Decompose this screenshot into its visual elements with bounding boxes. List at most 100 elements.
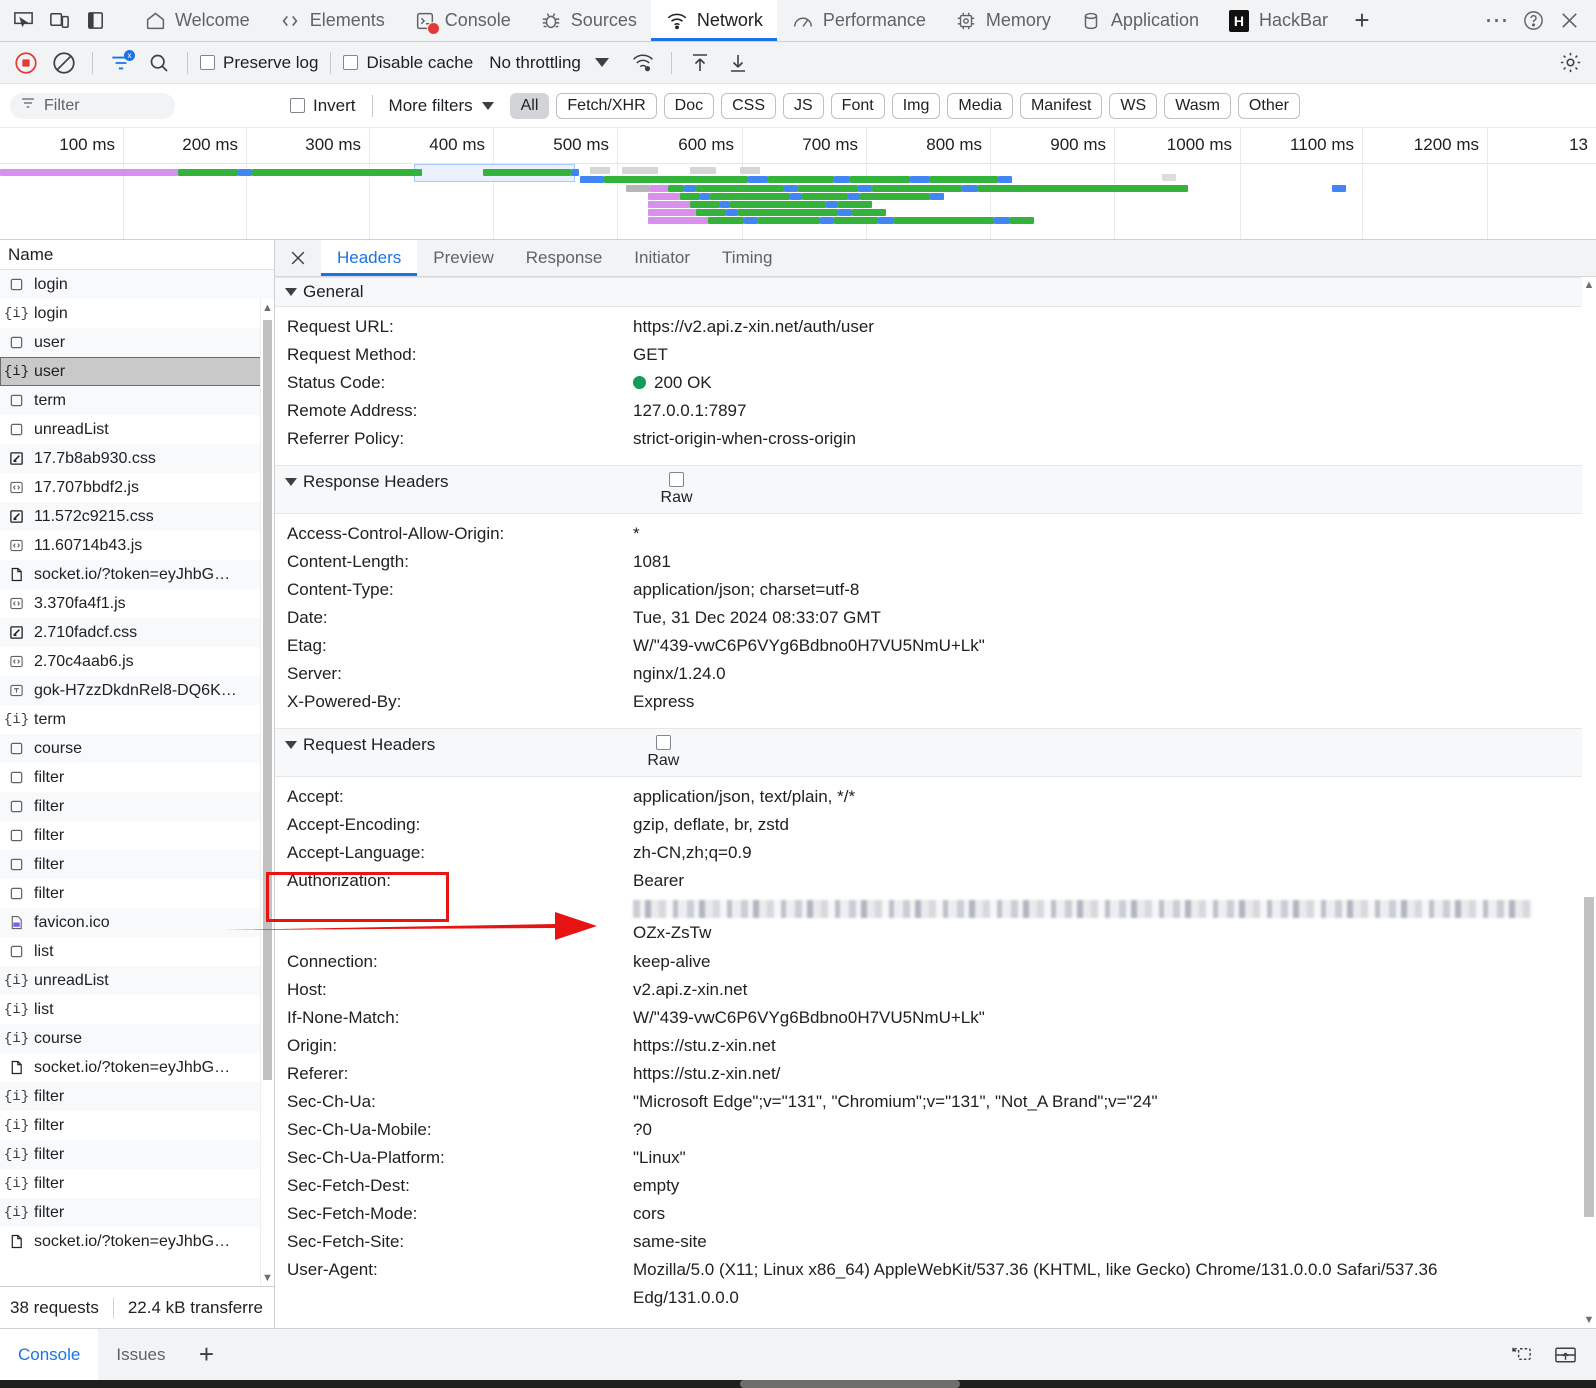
request-row[interactable]: socket.io/?token=eyJhbG…	[0, 1227, 274, 1256]
filter-chip-img[interactable]: Img	[891, 92, 941, 119]
tab-network[interactable]: Network	[650, 0, 777, 41]
network-conditions-icon[interactable]	[627, 47, 659, 79]
request-row[interactable]: socket.io/?token=eyJhbG…	[0, 1053, 274, 1082]
request-row[interactable]: 2.710fadcf.css	[0, 618, 274, 647]
invert-checkbox[interactable]: Invert	[290, 96, 356, 116]
restore-drawer-icon[interactable]	[1504, 1340, 1538, 1370]
disable-cache-checkbox[interactable]: Disable cache	[343, 53, 473, 73]
clear-no-entry-icon[interactable]	[48, 47, 80, 79]
response-raw-toggle[interactable]: Raw	[661, 472, 693, 507]
filter-chip-ws[interactable]: WS	[1109, 92, 1158, 119]
tab-timing[interactable]: Timing	[706, 240, 788, 276]
dock-bottom-icon[interactable]	[1548, 1340, 1582, 1370]
request-row[interactable]: 2.70c4aab6.js	[0, 647, 274, 676]
request-row[interactable]: favicon.ico	[0, 908, 274, 937]
scrollbar-thumb[interactable]	[1584, 897, 1594, 1217]
request-row[interactable]: socket.io/?token=eyJhbG…	[0, 560, 274, 589]
export-har-icon[interactable]	[722, 47, 754, 79]
more-filters-dropdown[interactable]: More filters	[389, 96, 494, 116]
request-row[interactable]: {i} course	[0, 1024, 274, 1053]
add-drawer-tab-button[interactable]: +	[184, 1329, 230, 1380]
scroll-up-icon[interactable]: ▲	[1582, 277, 1596, 293]
tab-memory[interactable]: Memory	[940, 0, 1065, 41]
request-row[interactable]: filter	[0, 821, 274, 850]
request-row[interactable]: login	[0, 270, 274, 299]
request-row[interactable]: course	[0, 734, 274, 763]
request-row[interactable]: {i} filter	[0, 1111, 274, 1140]
filter-chip-other[interactable]: Other	[1237, 92, 1300, 119]
network-overview-timeline[interactable]: 100 ms 200 ms 300 ms 400 ms 500 ms 600 m…	[0, 128, 1596, 240]
scroll-up-icon[interactable]: ▲	[261, 300, 274, 316]
request-row[interactable]: list	[0, 937, 274, 966]
filter-chip-font[interactable]: Font	[830, 92, 885, 119]
request-row[interactable]: user	[0, 328, 274, 357]
close-icon[interactable]	[275, 240, 321, 276]
filter-chip-js[interactable]: JS	[783, 92, 824, 119]
record-stop-icon[interactable]	[10, 47, 42, 79]
scroll-down-icon[interactable]: ▼	[1582, 1312, 1596, 1328]
request-row[interactable]: {i} filter	[0, 1198, 274, 1227]
filter-funnel-icon[interactable]: x	[105, 47, 137, 79]
more-options-icon[interactable]: ⋯	[1480, 4, 1514, 38]
headers-content[interactable]: General Request URL: https://v2.api.z-xin…	[275, 277, 1596, 1328]
filter-chip-css[interactable]: CSS	[721, 92, 776, 119]
request-row[interactable]: 11.60714b43.js	[0, 531, 274, 560]
tab-preview[interactable]: Preview	[417, 240, 509, 276]
request-row[interactable]: gok-H7zzDkdnRel8-DQ6K…	[0, 676, 274, 705]
tab-console[interactable]: Console	[399, 0, 525, 41]
add-panel-button[interactable]: +	[1342, 0, 1382, 41]
request-row[interactable]: {i} filter	[0, 1169, 274, 1198]
request-row[interactable]: 17.707bbdf2.js	[0, 473, 274, 502]
request-row[interactable]: {i} term	[0, 705, 274, 734]
page-scrollbar[interactable]	[740, 1380, 960, 1388]
request-row[interactable]: {i} list	[0, 995, 274, 1024]
tab-initiator[interactable]: Initiator	[618, 240, 706, 276]
tab-hackbar[interactable]: H HackBar	[1213, 0, 1342, 41]
request-row[interactable]: 17.7b8ab930.css	[0, 444, 274, 473]
response-headers-section-header[interactable]: Response Headers Raw	[275, 465, 1596, 514]
filter-input[interactable]: Filter	[10, 92, 175, 119]
request-row[interactable]: filter	[0, 792, 274, 821]
general-section-header[interactable]: General	[275, 277, 1596, 307]
request-row[interactable]: {i} unreadList	[0, 966, 274, 995]
request-headers-section-header[interactable]: Request Headers Raw	[275, 728, 1596, 777]
request-row[interactable]: filter	[0, 850, 274, 879]
drawer-tab-console[interactable]: Console	[0, 1329, 99, 1380]
request-row[interactable]: term	[0, 386, 274, 415]
filter-chip-all[interactable]: All	[509, 92, 550, 119]
filter-chip-manifest[interactable]: Manifest	[1019, 92, 1103, 119]
request-row-selected[interactable]: {i} user	[0, 357, 274, 386]
filter-chip-doc[interactable]: Doc	[663, 92, 715, 119]
request-row[interactable]: {i} filter	[0, 1082, 274, 1111]
filter-chip-fetchxhr[interactable]: Fetch/XHR	[556, 92, 657, 119]
request-list-scrollbar[interactable]: ▲ ▼	[260, 300, 274, 1286]
detail-scrollbar[interactable]: ▲ ▼	[1582, 277, 1596, 1328]
request-row[interactable]: {i} login	[0, 299, 274, 328]
tab-application[interactable]: Application	[1065, 0, 1213, 41]
gear-icon[interactable]	[1554, 47, 1586, 79]
search-icon[interactable]	[143, 47, 175, 79]
filter-chip-media[interactable]: Media	[947, 92, 1013, 119]
tab-headers[interactable]: Headers	[321, 240, 418, 276]
tab-welcome[interactable]: Welcome	[129, 0, 264, 41]
tab-response[interactable]: Response	[510, 240, 619, 276]
request-row[interactable]: {i} filter	[0, 1140, 274, 1169]
request-row[interactable]: 3.370fa4f1.js	[0, 589, 274, 618]
request-row[interactable]: filter	[0, 879, 274, 908]
scroll-down-icon[interactable]: ▼	[261, 1270, 274, 1286]
import-har-icon[interactable]	[684, 47, 716, 79]
request-row[interactable]: 11.572c9215.css	[0, 502, 274, 531]
filter-chip-wasm[interactable]: Wasm	[1164, 92, 1231, 119]
request-raw-toggle[interactable]: Raw	[647, 735, 679, 770]
tab-performance[interactable]: Performance	[777, 0, 940, 41]
drawer-tab-issues[interactable]: Issues	[98, 1329, 183, 1380]
device-toolbar-icon[interactable]	[42, 3, 76, 39]
dock-panel-icon[interactable]	[78, 3, 112, 39]
help-icon[interactable]	[1516, 4, 1550, 38]
preserve-log-checkbox[interactable]: Preserve log	[200, 53, 318, 73]
request-list-body[interactable]: login {i} login user {i} user term unreadL…	[0, 270, 274, 1286]
request-row[interactable]: filter	[0, 763, 274, 792]
request-row[interactable]: unreadList	[0, 415, 274, 444]
scrollbar-thumb[interactable]	[263, 320, 272, 1080]
throttling-dropdown[interactable]: No throttling	[489, 53, 609, 73]
